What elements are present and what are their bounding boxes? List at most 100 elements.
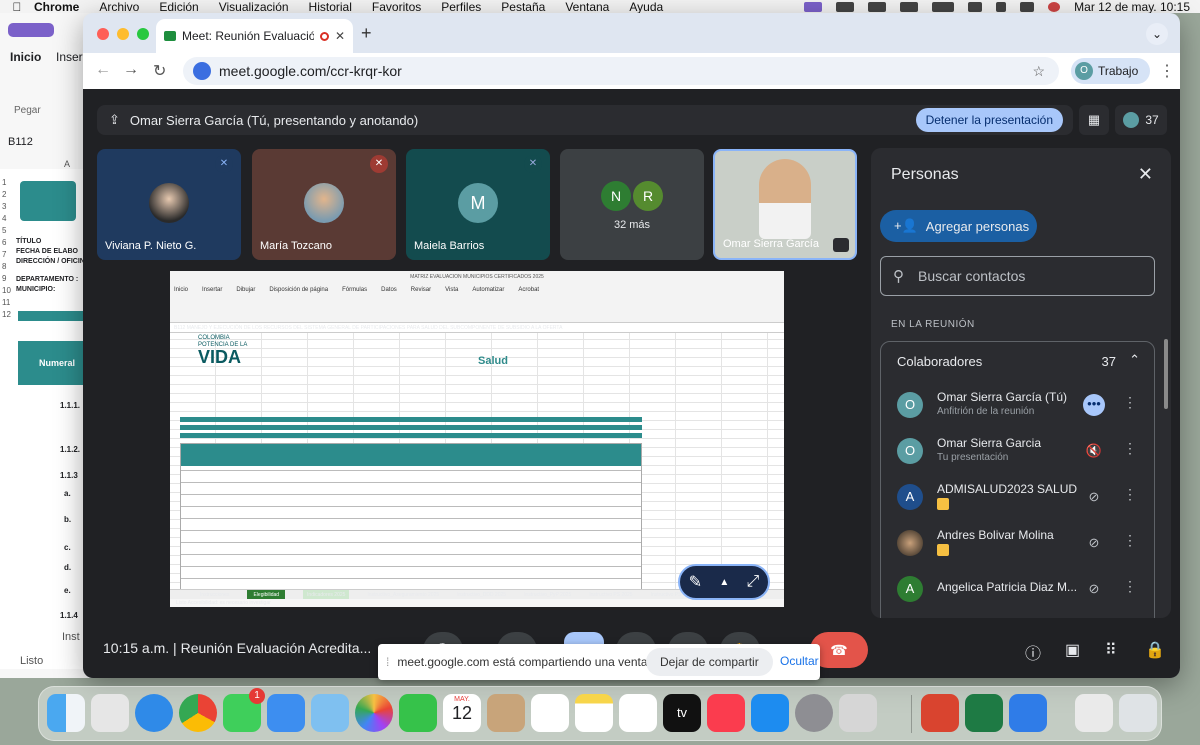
menu-historial[interactable]: Historial xyxy=(309,0,352,13)
meeting-info-icon[interactable]: ⓘ xyxy=(1025,640,1041,664)
control-center-icon[interactable] xyxy=(1020,1,1035,12)
volume-icon[interactable] xyxy=(900,1,919,12)
menu-edicion[interactable]: Edición xyxy=(159,0,198,13)
music-icon[interactable] xyxy=(707,694,745,732)
excel-icon[interactable] xyxy=(965,694,1003,732)
menu-app-name[interactable]: Chrome xyxy=(34,0,79,13)
photos-icon[interactable] xyxy=(355,694,393,732)
address-bar[interactable]: meet.google.com/ccr-krqr-kor ☆ xyxy=(183,57,1059,85)
battery-icon[interactable] xyxy=(932,1,955,12)
iphone-mirroring-icon[interactable] xyxy=(839,694,877,732)
excel-name-box[interactable]: B112 xyxy=(8,136,33,148)
notes-icon[interactable] xyxy=(575,694,613,732)
more-options-icon[interactable]: ••• xyxy=(1083,394,1105,416)
collapse-chevron-up-icon[interactable]: ⌃ xyxy=(1129,352,1140,368)
spotlight-icon[interactable] xyxy=(996,1,1007,12)
participant-tile-maiela[interactable]: ✕ M Maiela Barrios xyxy=(406,149,550,260)
excel-tab-insertar[interactable]: Inser xyxy=(56,50,83,64)
mail-icon[interactable] xyxy=(267,694,305,732)
collaborators-group[interactable]: Colaboradores 37 ⌃ O Omar Sierra García … xyxy=(880,341,1155,618)
participant-tile-viviana[interactable]: ✕ Viviana P. Nieto G. xyxy=(97,149,241,260)
forward-arrow-icon[interactable]: → xyxy=(123,61,139,79)
siri-icon[interactable] xyxy=(1048,1,1061,12)
muted-speaker-icon[interactable]: 🔇 xyxy=(1083,440,1105,462)
participants-count-button[interactable]: 37 xyxy=(1115,105,1167,135)
search-contacts-input[interactable]: ⚲ Buscar contactos xyxy=(880,256,1155,296)
apple-icon[interactable]:  xyxy=(0,0,34,13)
participant-row[interactable]: A Angelica Patricia Diaz M... ⊘ ⋮ xyxy=(897,570,1147,610)
close-window-button[interactable] xyxy=(97,28,109,40)
menu-perfiles[interactable]: Perfiles xyxy=(441,0,481,13)
contacts-icon[interactable] xyxy=(487,694,525,732)
menubar-clock[interactable]: Mar 12 de may. 10:15 xyxy=(1074,0,1190,13)
participant-row[interactable]: O Omar Sierra García (Tú) Anfitrión de l… xyxy=(897,386,1147,426)
stop-sharing-button[interactable]: Dejar de compartir xyxy=(646,648,773,676)
excel-sheet-tab[interactable]: Inst xyxy=(62,631,80,643)
tab-search-chevron-icon[interactable]: ⌄ xyxy=(1146,23,1168,45)
participant-row[interactable]: A ADMISALUD2023 SALUD ⊘ ⋮ xyxy=(897,478,1147,518)
activities-icon[interactable]: ⠿ xyxy=(1105,640,1117,660)
participant-row[interactable]: O Omar Sierra Garcia Tu presentación 🔇 ⋮ xyxy=(897,432,1147,472)
back-arrow-icon[interactable]: ← xyxy=(95,61,111,79)
stop-presenting-button[interactable]: Detener la presentación xyxy=(915,108,1063,132)
wifi-icon[interactable] xyxy=(968,1,983,12)
meet-status-icon[interactable] xyxy=(836,1,855,12)
menu-archivo[interactable]: Archivo xyxy=(99,0,139,13)
downloads-stack-icon[interactable] xyxy=(1075,694,1113,732)
add-people-button[interactable]: +👤 Agregar personas xyxy=(880,210,1037,242)
maps-icon[interactable] xyxy=(311,694,349,732)
record-icon[interactable] xyxy=(868,1,887,12)
menu-ayuda[interactable]: Ayuda xyxy=(629,0,663,13)
mic-off-icon[interactable]: ⊘ xyxy=(1083,486,1105,508)
calendar-icon[interactable]: MAY. 12 xyxy=(443,694,481,732)
excel-tab-inicio[interactable]: Inicio xyxy=(10,50,41,64)
site-info-icon[interactable] xyxy=(193,62,211,80)
chat-icon[interactable]: ▣ xyxy=(1065,640,1080,660)
app-store-icon[interactable] xyxy=(751,694,789,732)
overflow-menu-icon[interactable]: ⋮ xyxy=(1123,394,1137,411)
menu-favoritos[interactable]: Favoritos xyxy=(372,0,421,13)
profile-button[interactable]: O Trabajo xyxy=(1071,58,1150,84)
freeform-icon[interactable] xyxy=(619,694,657,732)
powerpoint-icon[interactable] xyxy=(921,694,959,732)
participant-tile-maria[interactable]: ✕ María Tozcano xyxy=(252,149,396,260)
bluetooth-icon[interactable] xyxy=(1009,694,1047,732)
annotate-options-chevron-icon[interactable]: ▲ xyxy=(719,577,729,588)
launchpad-icon[interactable] xyxy=(91,694,129,732)
overflow-menu-icon[interactable]: ⋮ xyxy=(1123,532,1137,549)
host-controls-icon[interactable]: 🔒 xyxy=(1145,640,1165,660)
browser-menu-icon[interactable]: ⋮ xyxy=(1159,61,1175,81)
overflow-menu-icon[interactable]: ⋮ xyxy=(1123,440,1137,457)
screen-share-icon[interactable] xyxy=(804,1,823,12)
chrome-icon[interactable] xyxy=(179,694,217,732)
annotate-pen-icon[interactable]: ✎ xyxy=(689,572,702,592)
mic-off-icon[interactable]: ⊘ xyxy=(1083,578,1105,600)
participant-row[interactable]: Andres Bolivar Molina ⊘ ⋮ xyxy=(897,524,1147,564)
trash-icon[interactable] xyxy=(1119,694,1157,732)
hide-notice-button[interactable]: Ocultar xyxy=(780,654,819,668)
reload-icon[interactable]: ↻ xyxy=(153,61,166,81)
menu-pestana[interactable]: Pestaña xyxy=(501,0,545,13)
mic-off-icon[interactable]: ⊘ xyxy=(1083,532,1105,554)
bookmark-star-icon[interactable]: ☆ xyxy=(1032,63,1045,80)
close-panel-icon[interactable]: ✕ xyxy=(1138,164,1153,185)
close-tab-icon[interactable]: ✕ xyxy=(335,29,345,43)
hide-tiles-icon[interactable]: ▦ xyxy=(1079,105,1109,135)
new-tab-button[interactable]: + xyxy=(361,23,372,44)
overflow-menu-icon[interactable]: ⋮ xyxy=(1123,486,1137,503)
overflow-menu-icon[interactable]: ⋮ xyxy=(1123,578,1137,595)
facetime-icon[interactable] xyxy=(399,694,437,732)
apple-tv-icon[interactable]: tv xyxy=(663,694,701,732)
safari-icon[interactable] xyxy=(135,694,173,732)
messages-icon[interactable]: 1 xyxy=(223,688,265,732)
expand-icon[interactable]: ⤢ xyxy=(747,573,760,591)
panel-scrollbar[interactable] xyxy=(1164,339,1168,409)
participant-tile-self[interactable]: Omar Sierra García xyxy=(713,149,857,260)
annotation-toolbar[interactable]: ✎ ▲ ⤢ xyxy=(678,564,770,600)
system-settings-icon[interactable] xyxy=(795,694,833,732)
browser-tab-meet[interactable]: Meet: Reunión Evaluación ✕ xyxy=(156,19,353,53)
excel-paste-label[interactable]: Pegar xyxy=(14,105,41,116)
minimize-window-button[interactable] xyxy=(117,28,129,40)
menu-ventana[interactable]: Ventana xyxy=(565,0,609,13)
menu-visualizacion[interactable]: Visualización xyxy=(219,0,289,13)
